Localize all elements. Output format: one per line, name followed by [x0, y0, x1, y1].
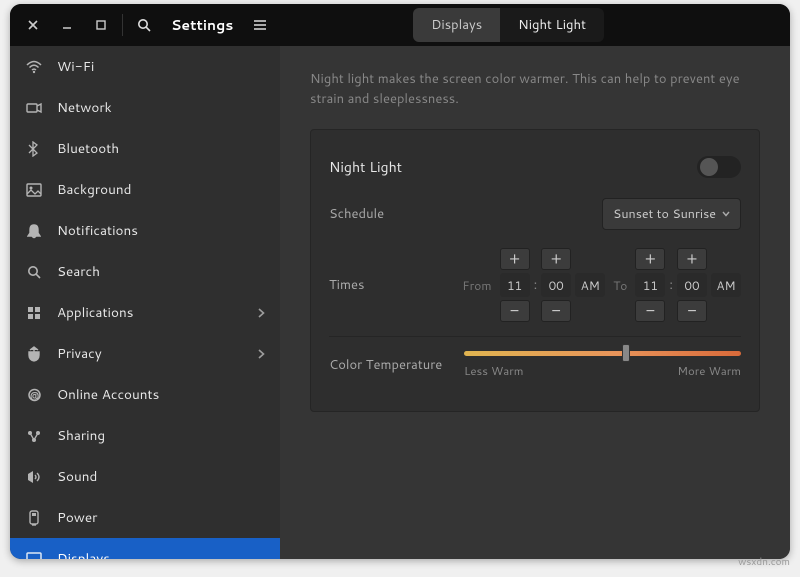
description-text: Night light makes the screen color warme… — [310, 70, 760, 109]
tab-displays[interactable]: Displays — [413, 8, 500, 42]
sidebar-item-power[interactable]: Power — [10, 497, 280, 538]
close-icon — [28, 20, 38, 30]
background-icon — [25, 182, 43, 198]
night-light-switch[interactable] — [697, 156, 741, 178]
titlebar: Settings Displays Night Light — [10, 4, 790, 46]
settings-window: Settings Displays Night Light Wi-Fi Netwo… — [10, 4, 790, 559]
close-button[interactable] — [18, 10, 48, 40]
from-hour[interactable]: 11 — [500, 273, 530, 297]
less-warm-label: Less Warm — [464, 362, 524, 379]
sidebar-item-notifications[interactable]: Notifications — [10, 210, 280, 251]
sound-icon — [25, 469, 43, 485]
to-ampm[interactable]: AM — [711, 273, 741, 297]
to-min-minus[interactable]: − — [677, 300, 707, 322]
sidebar-item-label: Sharing — [57, 426, 105, 445]
sidebar: Wi-Fi Network Bluetooth Background Notificat… — [10, 46, 280, 559]
to-hour[interactable]: 11 — [635, 273, 665, 297]
sidebar-item-sharing[interactable]: Sharing — [10, 415, 280, 456]
maximize-icon — [96, 20, 106, 30]
sidebar-item-label: Power — [57, 508, 97, 527]
color-temp-label: Color Temperature — [329, 356, 464, 374]
from-hour-plus[interactable]: + — [500, 248, 530, 270]
sidebar-item-label: Background — [57, 180, 131, 199]
tab-night-light[interactable]: Night Light — [500, 8, 604, 42]
slider-thumb[interactable] — [622, 344, 630, 362]
sidebar-item-label: Sound — [57, 467, 97, 486]
to-hour-minus[interactable]: − — [635, 300, 665, 322]
online-accounts-icon: @ — [25, 387, 43, 403]
bluetooth-icon — [25, 141, 43, 157]
sidebar-item-label: Applications — [57, 303, 133, 322]
sidebar-item-applications[interactable]: Applications — [10, 292, 280, 333]
sidebar-item-label: Bluetooth — [57, 139, 119, 158]
from-min-minus[interactable]: − — [541, 300, 571, 322]
color-temp-slider[interactable] — [464, 351, 741, 356]
more-warm-label: More Warm — [677, 362, 741, 379]
sidebar-item-label: Displays — [57, 549, 110, 559]
from-min[interactable]: 00 — [541, 273, 571, 297]
header-tabs: Displays Night Light — [413, 8, 604, 42]
chevron-right-icon — [258, 349, 265, 359]
chevron-down-icon — [722, 211, 730, 217]
window-title: Settings — [171, 15, 233, 35]
search-icon — [137, 18, 151, 32]
sidebar-item-search[interactable]: Search — [10, 251, 280, 292]
to-min-plus[interactable]: + — [677, 248, 707, 270]
power-icon — [25, 510, 43, 526]
sidebar-item-online-accounts[interactable]: @ Online Accounts — [10, 374, 280, 415]
to-hour-plus[interactable]: + — [635, 248, 665, 270]
svg-text:@: @ — [29, 388, 38, 401]
hamburger-icon — [253, 19, 267, 31]
minimize-button[interactable] — [52, 10, 82, 40]
sharing-icon — [25, 428, 43, 444]
schedule-value: Sunset to Sunrise — [613, 205, 716, 223]
sidebar-item-displays[interactable]: Displays — [10, 538, 280, 559]
from-min-plus[interactable]: + — [541, 248, 571, 270]
minimize-icon — [62, 20, 72, 30]
search-icon — [25, 264, 43, 280]
network-icon — [25, 100, 43, 116]
schedule-label: Schedule — [329, 205, 454, 223]
maximize-button[interactable] — [86, 10, 116, 40]
applications-icon — [25, 305, 43, 321]
main-content: Night light makes the screen color warme… — [280, 46, 790, 559]
sidebar-item-sound[interactable]: Sound — [10, 456, 280, 497]
from-hour-minus[interactable]: − — [500, 300, 530, 322]
switch-knob — [700, 158, 718, 176]
to-min[interactable]: 00 — [677, 273, 707, 297]
menu-button[interactable] — [245, 10, 275, 40]
privacy-icon — [25, 346, 43, 362]
sidebar-item-privacy[interactable]: Privacy — [10, 333, 280, 374]
sidebar-item-label: Privacy — [57, 344, 102, 363]
search-button[interactable] — [129, 10, 159, 40]
night-light-panel: Night Light Schedule Sunset to Sunrise T… — [310, 129, 760, 412]
panel-title: Night Light — [329, 157, 454, 177]
displays-icon — [25, 551, 43, 560]
schedule-combo[interactable]: Sunset to Sunrise — [602, 198, 741, 230]
sidebar-item-bluetooth[interactable]: Bluetooth — [10, 128, 280, 169]
times-label: Times — [329, 276, 454, 294]
notifications-icon — [25, 223, 43, 239]
to-label: To — [613, 277, 627, 294]
sidebar-item-background[interactable]: Background — [10, 169, 280, 210]
watermark: wsxdn.com — [738, 555, 790, 569]
sidebar-item-label: Wi-Fi — [57, 57, 94, 76]
from-label: From — [462, 277, 491, 294]
chevron-right-icon — [258, 308, 265, 318]
sidebar-item-wi-fi[interactable]: Wi-Fi — [10, 46, 280, 87]
from-ampm[interactable]: AM — [575, 273, 605, 297]
sidebar-item-label: Notifications — [57, 221, 138, 240]
sidebar-item-label: Network — [57, 98, 112, 117]
sidebar-item-label: Search — [57, 262, 100, 281]
sidebar-item-label: Online Accounts — [57, 385, 159, 404]
sidebar-item-network[interactable]: Network — [10, 87, 280, 128]
wi-fi-icon — [25, 59, 43, 75]
